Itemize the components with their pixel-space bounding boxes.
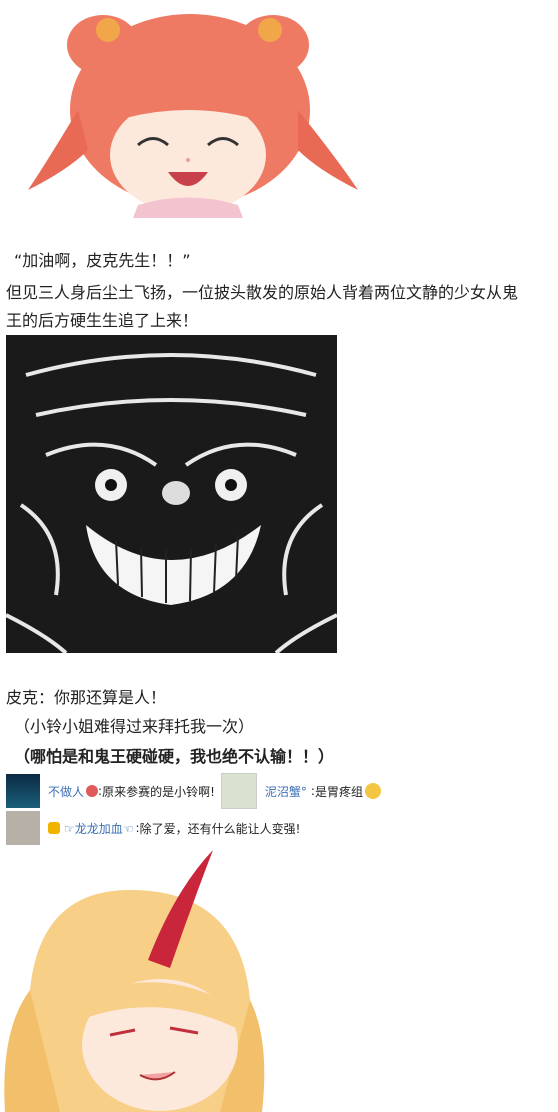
comment-username[interactable]: ☞龙龙加血☜: [64, 820, 134, 837]
story-line-3: 皮克：你那还算是人！: [6, 688, 167, 707]
demon-face-image: [6, 335, 337, 653]
avatar[interactable]: [6, 774, 40, 808]
story-line-2b: 王的后方硬生生追了上来！: [6, 311, 199, 330]
avatar[interactable]: [6, 811, 40, 845]
story-line-5: （哪怕是和鬼王硬碰硬，我也绝不认输！！）: [14, 747, 335, 766]
comment-row: 不做人 : 原来参赛的是小铃啊! 泥沼蟹° : 是胃疼组: [6, 773, 416, 809]
story-line-2a: 但见三人身后尘土飞扬，一位披头散发的原始人背着两位文静的少女从鬼: [6, 283, 519, 302]
story-line-1: “加油啊，皮克先生！！”: [14, 251, 191, 270]
horned-girl-image: [4, 850, 265, 1112]
comment-text: 原来参赛的是小铃啊!: [102, 784, 215, 799]
vip-badge-icon: [48, 822, 60, 834]
angry-emoji-icon: [86, 785, 99, 797]
comment-row: ☞龙龙加血☜ : 除了爱，还有什么能让人变强!: [6, 810, 336, 846]
smiling-girl-image: [28, 14, 358, 218]
comment-text: 是胃疼组: [314, 784, 363, 799]
comment-username[interactable]: 泥沼蟹°: [265, 783, 307, 800]
comment-text: 除了爱，还有什么能让人变强!: [139, 821, 301, 836]
girl-face: [110, 77, 266, 213]
laugh-emoji-icon: [364, 783, 381, 799]
story-line-4: （小铃小姐难得过来拜托我一次）: [14, 717, 255, 736]
avatar[interactable]: [220, 773, 257, 809]
comment-username[interactable]: 不做人: [48, 783, 84, 800]
